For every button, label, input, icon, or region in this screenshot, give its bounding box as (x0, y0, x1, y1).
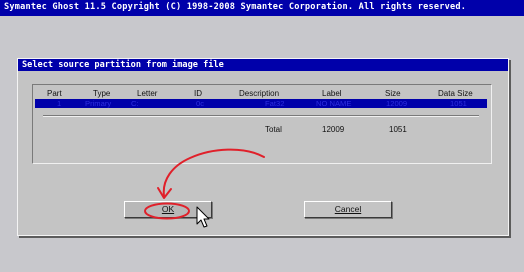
annotation-overlay (144, 148, 265, 228)
arrow-cursor-icon (196, 206, 210, 228)
hand-drawn-arrow-annotation (144, 148, 265, 220)
